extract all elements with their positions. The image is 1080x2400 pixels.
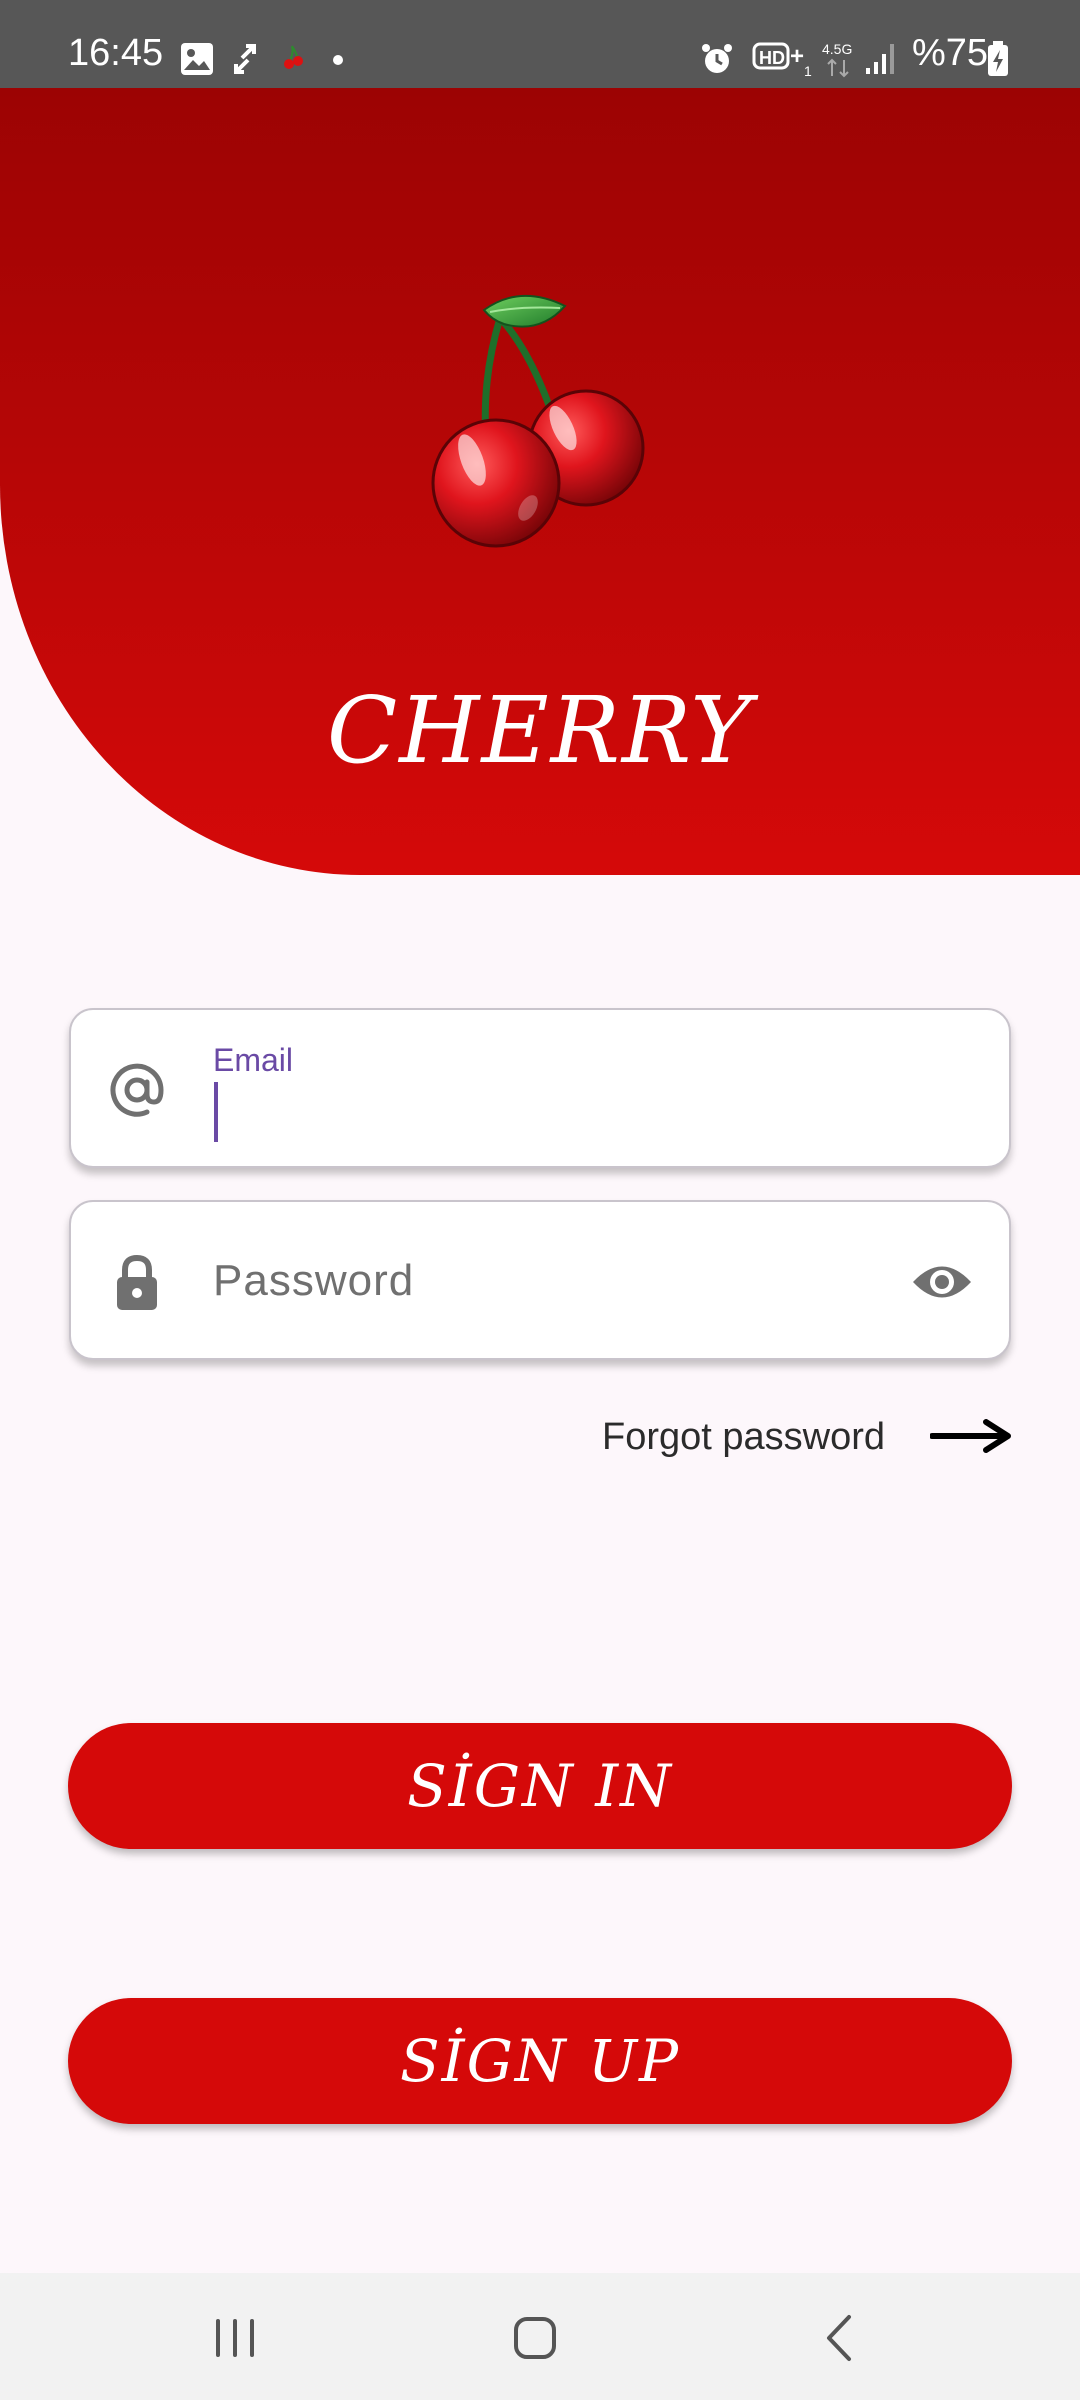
back-icon[interactable] [805,2303,875,2373]
sync-icon [234,44,256,74]
svg-text:4.5G: 4.5G [822,41,852,57]
cherry-notification-icon [284,45,303,69]
svg-text:1: 1 [804,63,812,79]
battery-percent: %75 [912,32,989,74]
network-4.5g-icon: 4.5G [822,41,852,78]
lock-icon [117,1254,157,1310]
eye-icon[interactable] [911,1257,973,1307]
arrow-right-icon [930,1419,1011,1453]
app-title: CHERRY [326,677,754,784]
dot-icon [333,55,343,65]
at-icon [110,1063,164,1117]
password-placeholder: Password [213,1256,415,1305]
status-bar: 16:45 HD + 1 4.5G %75 [0,0,1080,88]
signal-icon [866,44,894,74]
sign-up-button[interactable]: SİGN UP [68,1998,1012,2124]
forgot-password-label: Forgot password [602,1416,886,1458]
sign-in-button[interactable]: SİGN IN [68,1723,1012,1849]
alarm-icon [702,44,732,73]
email-label: Email [213,1042,294,1078]
navigation-bar [0,2273,1080,2400]
home-icon[interactable] [500,2303,570,2373]
cherry-logo [431,295,645,548]
svg-text:+: + [790,43,804,70]
hero-header: CHERRY [0,88,1080,875]
battery-charging-icon [988,41,1008,76]
gallery-icon [181,43,213,75]
hd-voice-icon: HD + 1 [752,42,812,79]
svg-text:HD: HD [759,48,785,68]
text-cursor [214,1082,218,1142]
status-time: 16:45 [68,32,164,74]
email-field[interactable]: Email [69,1008,1011,1168]
recent-apps-icon[interactable] [200,2303,270,2373]
password-field[interactable]: Password [69,1200,1011,1360]
forgot-password-link[interactable]: Forgot password [580,1405,1011,1465]
